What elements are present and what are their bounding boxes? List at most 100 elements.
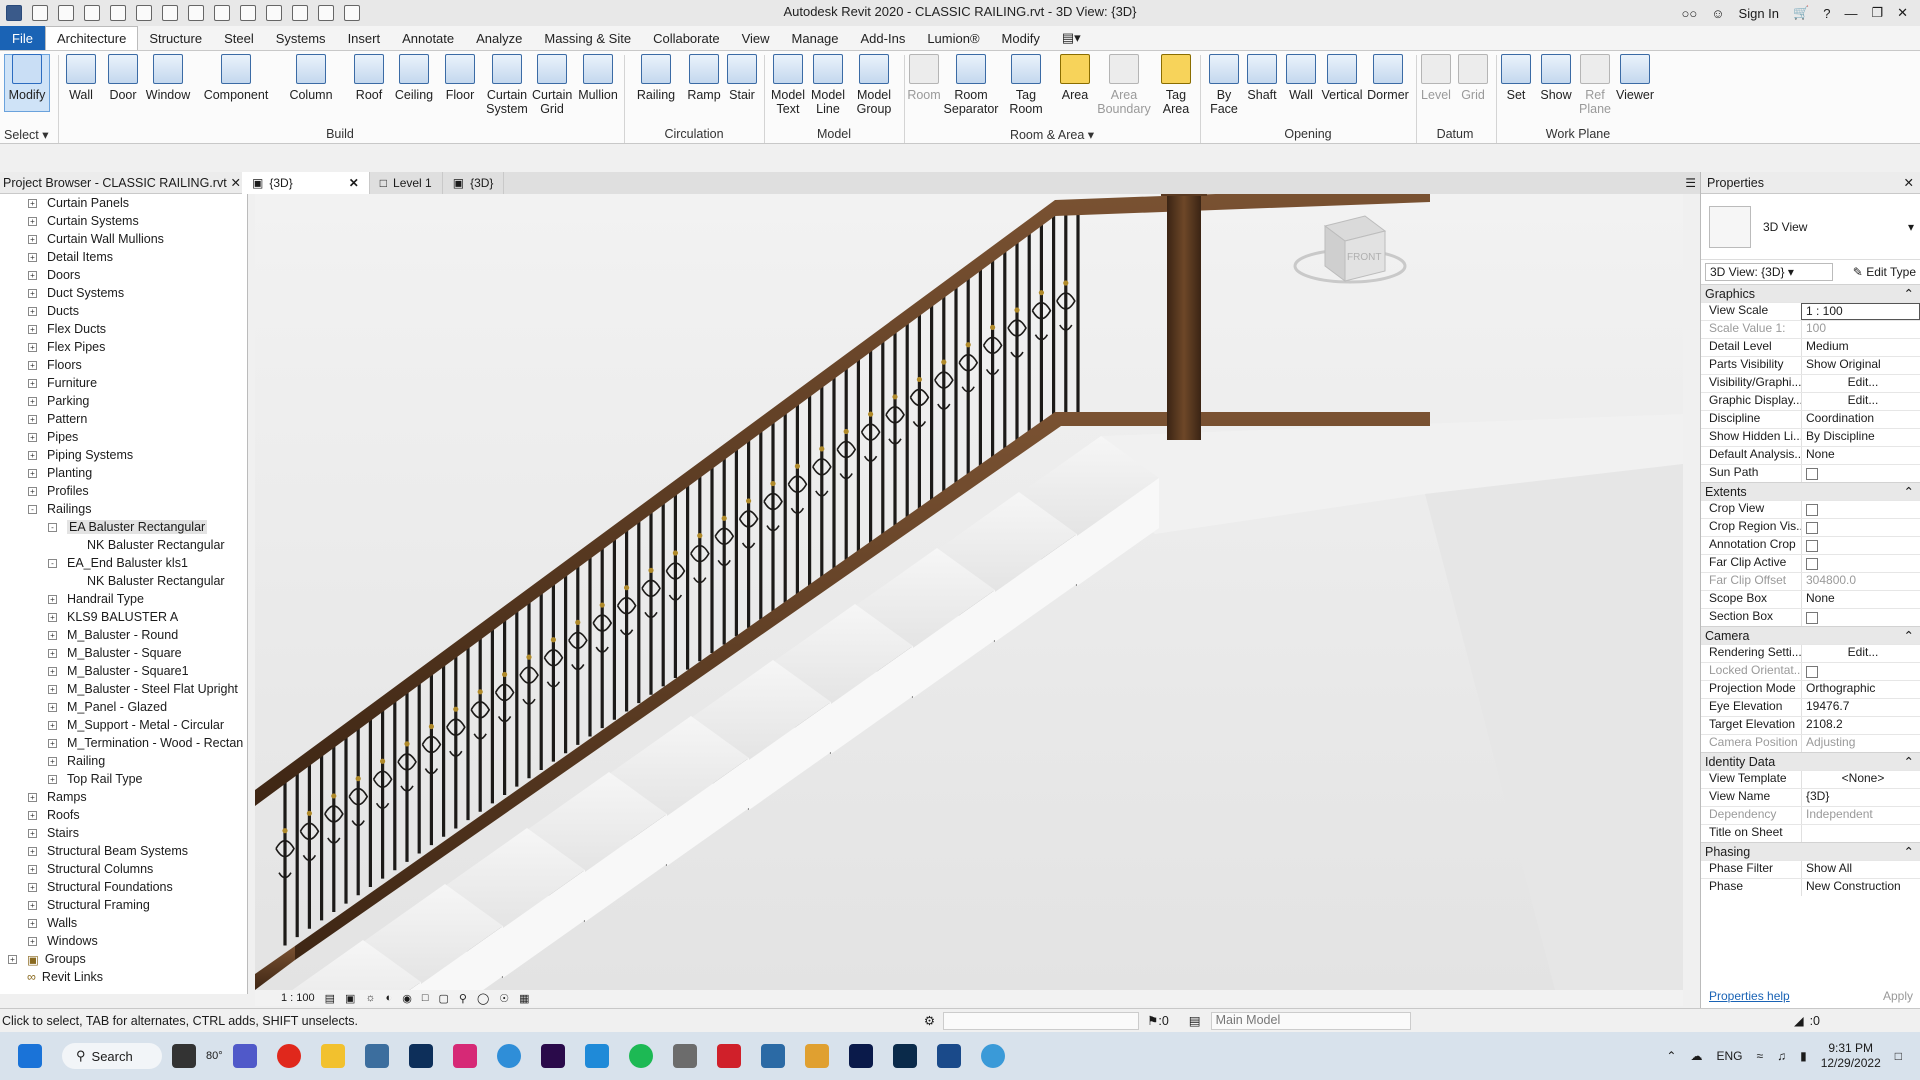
door-button[interactable]: Door xyxy=(106,54,140,102)
property-value[interactable]: None xyxy=(1801,591,1920,608)
curtain-grid-button[interactable]: Curtain Grid xyxy=(532,54,572,116)
expand-icon[interactable]: + xyxy=(28,360,37,370)
clock[interactable]: 9:31 PM 12/29/2022 xyxy=(1821,1041,1881,1071)
property-value[interactable]: {3D} xyxy=(1801,789,1920,806)
weather-widget[interactable]: 80° xyxy=(206,1050,223,1062)
ref-plane-button[interactable]: Ref Plane xyxy=(1578,54,1612,116)
browser-item[interactable]: + ▣ Groups xyxy=(0,950,86,968)
browser-item[interactable]: - Railings xyxy=(0,500,91,518)
media-player-icon[interactable] xyxy=(804,1044,829,1068)
expand-icon[interactable]: + xyxy=(48,666,57,676)
expand-icon[interactable]: + xyxy=(28,810,37,820)
tab-3d-view[interactable]: ▣ {3D} ✕ xyxy=(242,172,370,194)
crop-view-icon[interactable]: □ xyxy=(422,992,429,1004)
property-section-header[interactable]: Extents ⌃ xyxy=(1701,482,1920,500)
browser-item[interactable]: + Pattern xyxy=(0,410,87,428)
browser-item[interactable]: + Detail Items xyxy=(0,248,113,266)
browser-item[interactable]: + Parking xyxy=(0,392,89,410)
property-checkbox-cell[interactable] xyxy=(1801,609,1920,626)
tab-lumion[interactable]: Lumion® xyxy=(916,26,990,50)
temporary-hide-icon[interactable]: ◯ xyxy=(477,992,489,1005)
level-button[interactable]: Level xyxy=(1418,54,1454,102)
collapse-icon[interactable]: - xyxy=(48,522,57,532)
window-button[interactable]: Window xyxy=(144,54,192,102)
browser-item[interactable]: + M_Baluster - Square xyxy=(0,644,182,662)
sketchup-icon[interactable] xyxy=(760,1044,785,1068)
cart-icon[interactable]: 🛒 xyxy=(1793,5,1809,21)
expand-icon[interactable]: + xyxy=(48,630,57,640)
browser-item[interactable]: + M_Panel - Glazed xyxy=(0,698,167,716)
sign-in-button[interactable]: Sign In xyxy=(1739,6,1779,21)
edge-icon[interactable] xyxy=(496,1044,521,1068)
edit-type-button[interactable]: ✎ Edit Type xyxy=(1853,265,1916,279)
browser-item[interactable]: + Walls xyxy=(0,914,77,932)
reveal-hidden-icon[interactable]: ☉ xyxy=(499,992,509,1005)
measure-icon[interactable] xyxy=(188,5,204,21)
restore-icon[interactable]: ❐ xyxy=(1871,5,1883,21)
view-scale-button[interactable]: 1 : 100 xyxy=(281,992,315,1004)
property-edit-button[interactable]: Edit... xyxy=(1801,645,1920,662)
tab-architecture[interactable]: Architecture xyxy=(44,26,139,50)
expand-icon[interactable]: + xyxy=(28,378,37,388)
close-icon[interactable]: ✕ xyxy=(231,175,241,190)
property-checkbox-cell[interactable] xyxy=(1801,501,1920,518)
type-selector[interactable]: 3D View ▾ xyxy=(1701,194,1920,260)
property-section-header[interactable]: Identity Data ⌃ xyxy=(1701,752,1920,770)
browser-item[interactable]: + Flex Ducts xyxy=(0,320,106,338)
tab-annotate[interactable]: Annotate xyxy=(391,26,465,50)
property-value[interactable]: Orthographic xyxy=(1801,681,1920,698)
browser-item[interactable]: + Pipes xyxy=(0,428,78,446)
teams-icon[interactable] xyxy=(232,1044,257,1068)
expand-icon[interactable]: + xyxy=(28,342,37,352)
browser-item[interactable]: + M_Baluster - Round xyxy=(0,626,178,644)
railing-3d-model[interactable]: FRONT xyxy=(255,194,1683,990)
railing-button[interactable]: Railing xyxy=(634,54,678,102)
detail-level-icon[interactable]: ▤ xyxy=(325,992,335,1005)
property-value[interactable]: 2108.2 xyxy=(1801,717,1920,734)
expand-icon[interactable]: + xyxy=(48,774,57,784)
property-edit-button[interactable]: <None> xyxy=(1801,771,1920,788)
collapse-section-icon[interactable]: ⌃ xyxy=(1904,484,1914,499)
expand-icon[interactable]: + xyxy=(8,954,17,964)
thin-lines-icon[interactable] xyxy=(292,5,308,21)
windows-start-icon[interactable] xyxy=(18,1044,42,1068)
browser-item[interactable]: + Duct Systems xyxy=(0,284,124,302)
select-dropdown[interactable]: Select ▾ xyxy=(4,127,52,142)
dormer-button[interactable]: Dormer xyxy=(1366,54,1410,102)
property-checkbox-cell[interactable] xyxy=(1801,519,1920,536)
cloud-icon[interactable]: ☁ xyxy=(1690,1049,1702,1063)
expand-icon[interactable]: + xyxy=(28,900,37,910)
autocad-icon[interactable] xyxy=(716,1044,741,1068)
property-value[interactable]: New Construction xyxy=(1801,879,1920,896)
stair-button[interactable]: Stair xyxy=(726,54,758,102)
expand-icon[interactable]: + xyxy=(48,648,57,658)
expand-icon[interactable]: + xyxy=(28,198,37,208)
expand-icon[interactable]: + xyxy=(48,594,57,604)
close-icon[interactable]: ✕ xyxy=(1897,5,1908,21)
expand-icon[interactable]: + xyxy=(28,324,37,334)
by-face-button[interactable]: By Face xyxy=(1204,54,1244,116)
expand-icon[interactable]: + xyxy=(28,936,37,946)
premiere-icon[interactable] xyxy=(540,1044,565,1068)
user-icon[interactable]: ☺ xyxy=(1711,6,1724,21)
ramp-button[interactable]: Ramp xyxy=(686,54,722,102)
property-value[interactable]: 1 : 100 xyxy=(1801,303,1920,320)
task-view-icon[interactable] xyxy=(172,1044,196,1068)
viewcube[interactable]: FRONT xyxy=(1293,215,1407,284)
property-value[interactable]: Coordination xyxy=(1801,411,1920,428)
sync-icon[interactable] xyxy=(84,5,100,21)
wifi-icon[interactable]: ≈ xyxy=(1756,1049,1763,1063)
lightroom-icon[interactable] xyxy=(408,1044,433,1068)
browser-item[interactable]: + Curtain Wall Mullions xyxy=(0,230,164,248)
tab-systems[interactable]: Systems xyxy=(265,26,337,50)
spotify-icon[interactable] xyxy=(628,1044,653,1068)
save-icon[interactable] xyxy=(58,5,74,21)
model-text-button[interactable]: Model Text xyxy=(768,54,808,116)
expand-icon[interactable]: + xyxy=(48,738,57,748)
minimize-icon[interactable]: — xyxy=(1844,6,1857,21)
photos-icon[interactable] xyxy=(364,1044,389,1068)
property-value[interactable]: None xyxy=(1801,447,1920,464)
expand-icon[interactable]: + xyxy=(28,396,37,406)
property-section-header[interactable]: Graphics ⌃ xyxy=(1701,284,1920,302)
tab-3d-view-2[interactable]: ▣ {3D} xyxy=(443,172,505,194)
